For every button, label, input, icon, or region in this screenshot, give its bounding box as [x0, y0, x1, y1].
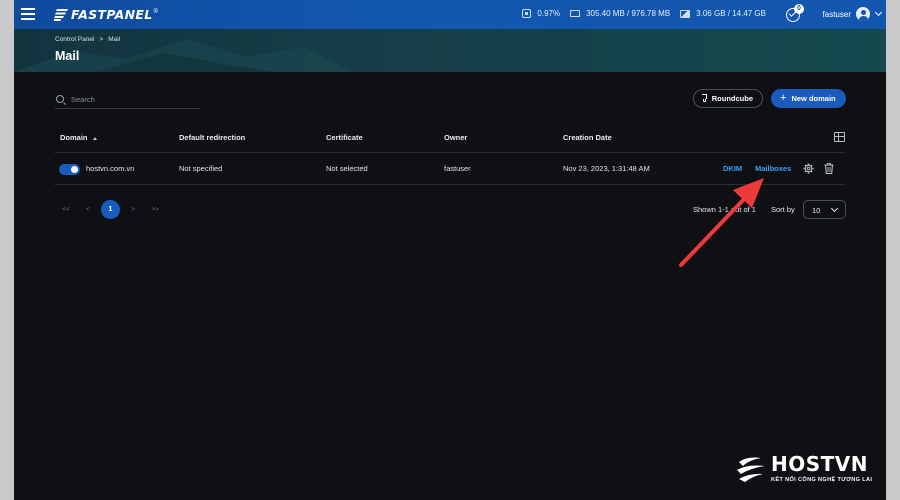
owner-cell: fastuser	[444, 164, 471, 173]
default-redirection-cell: Not specified	[179, 164, 223, 173]
disk-stat: 3.06 GB / 14.47 GB	[680, 9, 766, 18]
chevron-down-icon	[874, 8, 883, 17]
first-page-button[interactable]: <<	[55, 206, 77, 213]
mailboxes-link[interactable]: Mailboxes	[755, 164, 791, 173]
page-title: Mail	[55, 49, 80, 63]
roundcube-button[interactable]: Roundcube	[693, 89, 763, 108]
last-page-button[interactable]: >>	[144, 206, 166, 213]
breadcrumb-mail: Mail	[108, 36, 121, 43]
user-menu[interactable]: fastuser	[822, 7, 883, 21]
hostvn-watermark: HOSTVN KẾT NỐI CÔNG NGHỆ TƯƠNG LAI	[735, 452, 880, 488]
search-input[interactable]	[71, 94, 191, 104]
external-link-icon	[701, 94, 707, 102]
next-page-button[interactable]: >	[122, 206, 144, 213]
pagination: << < 1 > >>	[55, 200, 166, 219]
avatar-icon	[856, 7, 870, 21]
breadcrumb-separator: >	[99, 36, 104, 43]
domain-enabled-toggle[interactable]	[59, 164, 80, 175]
column-header-default-redirection: Default redirection	[179, 133, 246, 142]
notifications-button[interactable]: 0	[786, 4, 804, 22]
sort-by-label: Sort by	[771, 205, 795, 214]
watermark-brand: HOSTVN	[771, 452, 869, 476]
page-1-button[interactable]: 1	[101, 200, 120, 219]
disk-value: 3.06 GB / 14.47 GB	[696, 9, 766, 18]
column-header-owner: Owner	[444, 133, 468, 142]
page-header: Control Panel > Mail Mail	[14, 29, 886, 72]
brand-registered-mark: ®	[153, 8, 158, 15]
column-header-domain[interactable]: Domain	[60, 133, 97, 142]
hostvn-logo-icon	[737, 457, 765, 482]
sort-by-value: 10	[812, 206, 821, 215]
column-label: Domain	[60, 133, 88, 142]
username: fastuser	[822, 9, 851, 19]
top-bar: FASTPANEL ® 0.97% 305.40 MB / 976.78 MB …	[14, 0, 886, 29]
roundcube-label: Roundcube	[711, 94, 753, 103]
prev-page-button[interactable]: <	[77, 206, 99, 213]
shown-count: Shown 1-1 out of 1	[693, 205, 756, 214]
mail-domains-table: Domain Default redirection Certificate O…	[55, 125, 845, 185]
search-box	[55, 90, 200, 109]
trash-icon[interactable]	[824, 163, 834, 174]
fastpanel-logo[interactable]: FASTPANEL ®	[54, 7, 158, 22]
new-domain-button[interactable]: + New domain	[771, 89, 846, 108]
fastpanel-app: FASTPANEL ® 0.97% 305.40 MB / 976.78 MB …	[14, 0, 886, 500]
notifications-badge: 0	[794, 4, 804, 14]
dkim-link[interactable]: DKIM	[723, 164, 742, 173]
disk-icon	[680, 9, 691, 18]
sort-by-select[interactable]: 10	[803, 200, 846, 219]
column-header-certificate: Certificate	[326, 133, 363, 142]
table-header: Domain Default redirection Certificate O…	[55, 125, 845, 153]
memory-stat: 305.40 MB / 976.78 MB	[570, 9, 670, 18]
watermark-tagline: KẾT NỐI CÔNG NGHỆ TƯƠNG LAI	[771, 477, 873, 483]
header-mountains-decoration	[14, 39, 354, 72]
gear-icon[interactable]	[803, 163, 814, 174]
new-domain-label: New domain	[791, 94, 836, 103]
cpu-icon	[522, 9, 532, 18]
search-icon	[56, 95, 64, 103]
breadcrumb: Control Panel > Mail	[55, 36, 120, 43]
menu-icon[interactable]	[21, 8, 35, 20]
plus-icon: +	[780, 92, 787, 104]
cpu-stat: 0.97%	[522, 9, 560, 18]
table-columns-icon[interactable]	[834, 132, 845, 142]
server-stats: 0.97% 305.40 MB / 976.78 MB 3.06 GB / 14…	[512, 9, 766, 18]
table-row: hostvn.com.vn Not specified Not selected…	[55, 153, 845, 185]
creation-date-cell: Nov 23, 2023, 1:31:48 AM	[563, 164, 650, 173]
chevron-down-icon	[830, 204, 839, 213]
brand-name: FASTPANEL	[71, 7, 153, 22]
sort-ascending-icon	[92, 136, 97, 140]
cpu-value: 0.97%	[537, 9, 561, 18]
memory-value: 305.40 MB / 976.78 MB	[586, 9, 671, 18]
column-header-creation-date: Creation Date	[563, 133, 612, 142]
memory-icon	[570, 10, 581, 17]
fastpanel-logo-icon	[54, 8, 68, 21]
breadcrumb-control-panel[interactable]: Control Panel	[55, 36, 94, 43]
certificate-cell: Not selected	[326, 164, 368, 173]
domain-cell: hostvn.com.vn	[86, 164, 135, 173]
